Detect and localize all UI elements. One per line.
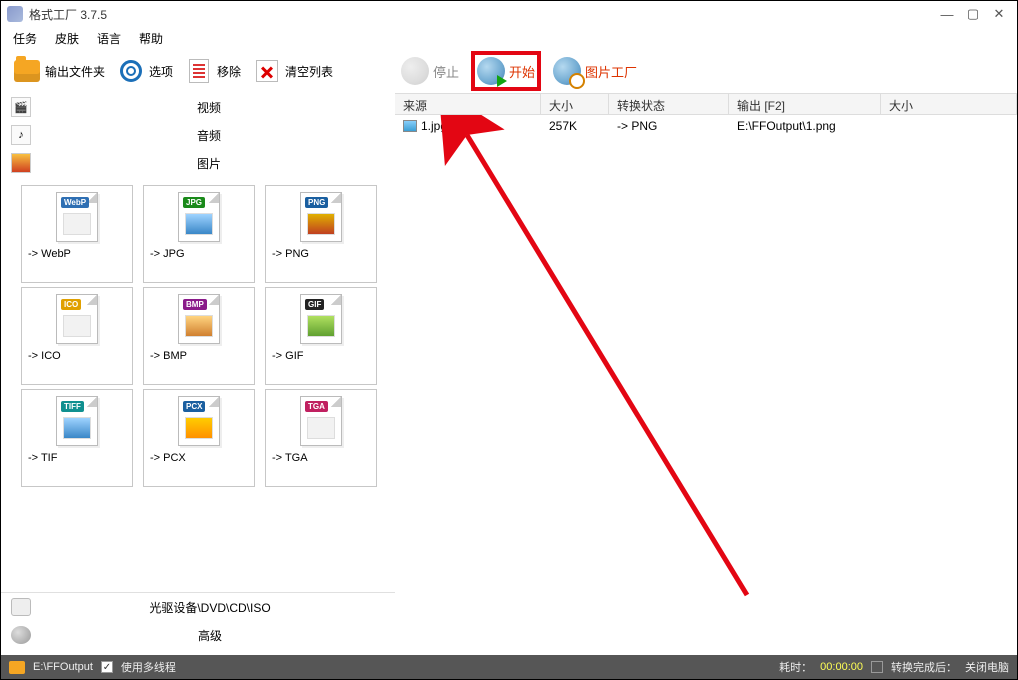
category-video[interactable]: 🎬 视频 <box>1 93 395 121</box>
right-pane: 停止 开始 图片工厂 来源 大小 转换状态 输出 [F2] 大小 1.jpg25… <box>395 49 1017 649</box>
advanced-icon <box>11 626 31 644</box>
right-toolbar: 停止 开始 图片工厂 <box>395 49 1017 93</box>
picture-factory-button[interactable]: 图片工厂 <box>547 55 643 87</box>
clear-list-button[interactable]: 清空列表 <box>249 55 337 87</box>
annotation-arrow <box>437 115 787 635</box>
multithread-checkbox[interactable]: ✓ <box>101 661 113 673</box>
stop-button[interactable]: 停止 <box>395 55 465 87</box>
picture-icon <box>11 153 31 173</box>
titlebar: 格式工厂 3.7.5 — ▢ ✕ <box>1 1 1017 27</box>
remove-button[interactable]: 移除 <box>181 55 245 87</box>
gear-icon <box>120 60 142 82</box>
format-tga[interactable]: TGA-> TGA <box>265 389 377 487</box>
col-size2[interactable]: 大小 <box>881 94 1017 114</box>
category-disc[interactable]: 光驱设备\DVD\CD\ISO <box>1 593 395 621</box>
col-output[interactable]: 输出 [F2] <box>729 94 881 114</box>
table-row[interactable]: 1.jpg257K-> PNGE:\FFOutput\1.png <box>395 115 1017 137</box>
col-state[interactable]: 转换状态 <box>609 94 729 114</box>
col-source[interactable]: 来源 <box>395 94 541 114</box>
multithread-label: 使用多线程 <box>121 659 176 675</box>
left-toolbar: 输出文件夹 选项 移除 清空列表 <box>1 49 395 93</box>
format-bmp[interactable]: BMP-> BMP <box>143 287 255 385</box>
format-tiff[interactable]: TIFF-> TIF <box>21 389 133 487</box>
remove-icon <box>189 59 209 83</box>
app-icon <box>7 6 23 22</box>
after-done-checkbox[interactable] <box>871 661 883 673</box>
stop-icon <box>401 57 429 85</box>
app-title: 格式工厂 3.7.5 <box>29 6 107 23</box>
format-ico[interactable]: ICO-> ICO <box>21 287 133 385</box>
output-folder-button[interactable]: 输出文件夹 <box>9 55 109 87</box>
table-body: 1.jpg257K-> PNGE:\FFOutput\1.png <box>395 115 1017 649</box>
category-audio[interactable]: ♪ 音频 <box>1 121 395 149</box>
elapsed-value: 00:00:00 <box>820 661 863 673</box>
status-output-path[interactable]: E:\FFOutput <box>33 661 93 673</box>
audio-icon: ♪ <box>11 125 31 145</box>
status-folder-icon[interactable] <box>9 661 25 674</box>
video-icon: 🎬 <box>11 97 31 117</box>
statusbar: E:\FFOutput ✓ 使用多线程 耗时： 00:00:00 转换完成后： … <box>1 655 1017 679</box>
format-gif[interactable]: GIF-> GIF <box>265 287 377 385</box>
menubar: 任务 皮肤 语言 帮助 <box>1 27 1017 49</box>
minimize-button[interactable]: — <box>935 5 959 23</box>
folder-icon <box>14 60 40 82</box>
menu-skin[interactable]: 皮肤 <box>55 30 79 47</box>
format-grid: WebP-> WebPJPG-> JPGPNG-> PNG ICO-> ICOBM… <box>1 177 395 495</box>
magnifier-icon <box>553 57 581 85</box>
elapsed-label: 耗时： <box>779 659 812 675</box>
table-header: 来源 大小 转换状态 输出 [F2] 大小 <box>395 93 1017 115</box>
start-icon <box>477 57 505 85</box>
clear-icon <box>256 60 278 82</box>
category-picture[interactable]: 图片 <box>1 149 395 177</box>
options-button[interactable]: 选项 <box>113 55 177 87</box>
start-button[interactable]: 开始 <box>471 51 541 91</box>
format-png[interactable]: PNG-> PNG <box>265 185 377 283</box>
category-advanced[interactable]: 高级 <box>1 621 395 649</box>
col-size[interactable]: 大小 <box>541 94 609 114</box>
after-done-value: 关闭电脑 <box>965 659 1009 675</box>
format-jpg[interactable]: JPG-> JPG <box>143 185 255 283</box>
maximize-button[interactable]: ▢ <box>961 5 985 23</box>
format-webp[interactable]: WebP-> WebP <box>21 185 133 283</box>
after-done-label: 转换完成后： <box>891 659 957 675</box>
disc-icon <box>11 598 31 616</box>
menu-task[interactable]: 任务 <box>13 30 37 47</box>
menu-help[interactable]: 帮助 <box>139 30 163 47</box>
close-button[interactable]: ✕ <box>987 5 1011 23</box>
file-icon <box>403 120 417 132</box>
format-pcx[interactable]: PCX-> PCX <box>143 389 255 487</box>
left-pane: 输出文件夹 选项 移除 清空列表 🎬 视频 ♪ 音频 图片 <box>1 49 395 649</box>
menu-lang[interactable]: 语言 <box>97 30 121 47</box>
